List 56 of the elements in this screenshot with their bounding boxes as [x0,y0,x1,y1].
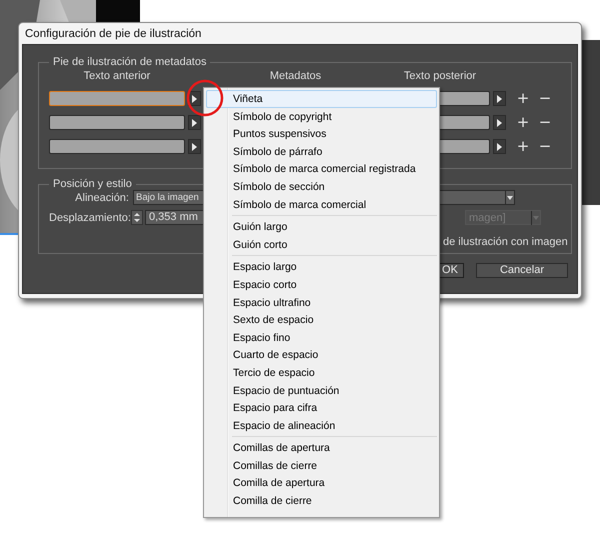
alignment-label: Alineación: [74,192,129,204]
menu-item[interactable]: Símbolo de sección [206,178,437,196]
text-field[interactable] [49,139,185,154]
group-title: Pie de ilustración de metadatos [52,56,208,68]
spinner-icon[interactable] [131,210,143,225]
triangle-icon [497,118,502,126]
menu-item[interactable]: Símbolo de párrafo [206,142,437,160]
menu-item[interactable]: Símbolo de marca comercial [206,196,437,214]
triangle-icon [192,94,197,102]
remove-button[interactable]: − [538,115,552,130]
menu-item[interactable]: Espacio largo [206,258,437,276]
insert-menu-button[interactable] [493,115,506,130]
menu-item[interactable]: Guión corto [206,236,437,254]
menu-item[interactable]: Símbolo de copyright [206,108,437,126]
group-title: Posición y estilo [52,178,133,190]
column-header: Texto anterior [82,70,152,82]
menu-item[interactable]: Símbolo de marca comercial registrada [206,160,437,178]
menu-item[interactable]: Espacio de puntuación [206,382,437,400]
triangle-icon [192,118,197,126]
annotation-circle [186,79,224,117]
triangle-icon [497,94,502,102]
menu-item[interactable]: Espacio fino [206,328,437,346]
remove-button[interactable]: − [538,139,552,154]
menu-item[interactable]: Cuarto de espacio [206,346,437,364]
add-button[interactable]: + [516,91,530,106]
cancel-button[interactable]: Cancelar [476,263,568,278]
insert-menu-button[interactable] [493,91,506,106]
menu-item[interactable]: Comillas de cierre [206,456,437,474]
menu-item[interactable]: Comillas de apertura [206,439,437,457]
text-field[interactable] [49,91,185,106]
triangle-icon [497,142,502,150]
menu-item[interactable]: Puntos suspensivos [206,125,437,143]
menu-item[interactable]: Espacio de alineación [206,416,437,434]
menu-item[interactable]: Comilla de apertura [206,474,437,492]
insert-menu-button[interactable] [493,139,506,154]
caret-icon [531,210,540,224]
add-button[interactable]: + [516,139,530,154]
text-field[interactable] [49,115,185,130]
offset-label: Desplazamiento: [49,212,129,224]
insert-menu-button[interactable] [188,115,201,130]
insert-menu-button[interactable] [188,139,201,154]
menu-item[interactable]: Espacio ultrafino [206,294,437,312]
column-header: Texto posterior [402,70,478,82]
remove-button[interactable]: − [538,91,552,106]
checkbox-label: de ilustración con imagen [443,236,568,248]
menu-item[interactable]: Tercio de espacio [206,364,437,382]
column-header: Metadatos [268,70,322,82]
menu-item[interactable]: Espacio corto [206,276,437,294]
menu-item[interactable]: Viñeta [206,90,437,108]
menu-item[interactable]: Sexto de espacio [206,311,437,329]
add-button[interactable]: + [516,115,530,130]
window-title: Configuración de pie de ilustración [25,28,202,40]
menu-item[interactable]: Comilla de cierre [206,492,437,510]
menu-item[interactable]: Guión largo [206,218,437,236]
triangle-icon [192,142,197,150]
menu-item[interactable]: Espacio para cifra [206,399,437,417]
